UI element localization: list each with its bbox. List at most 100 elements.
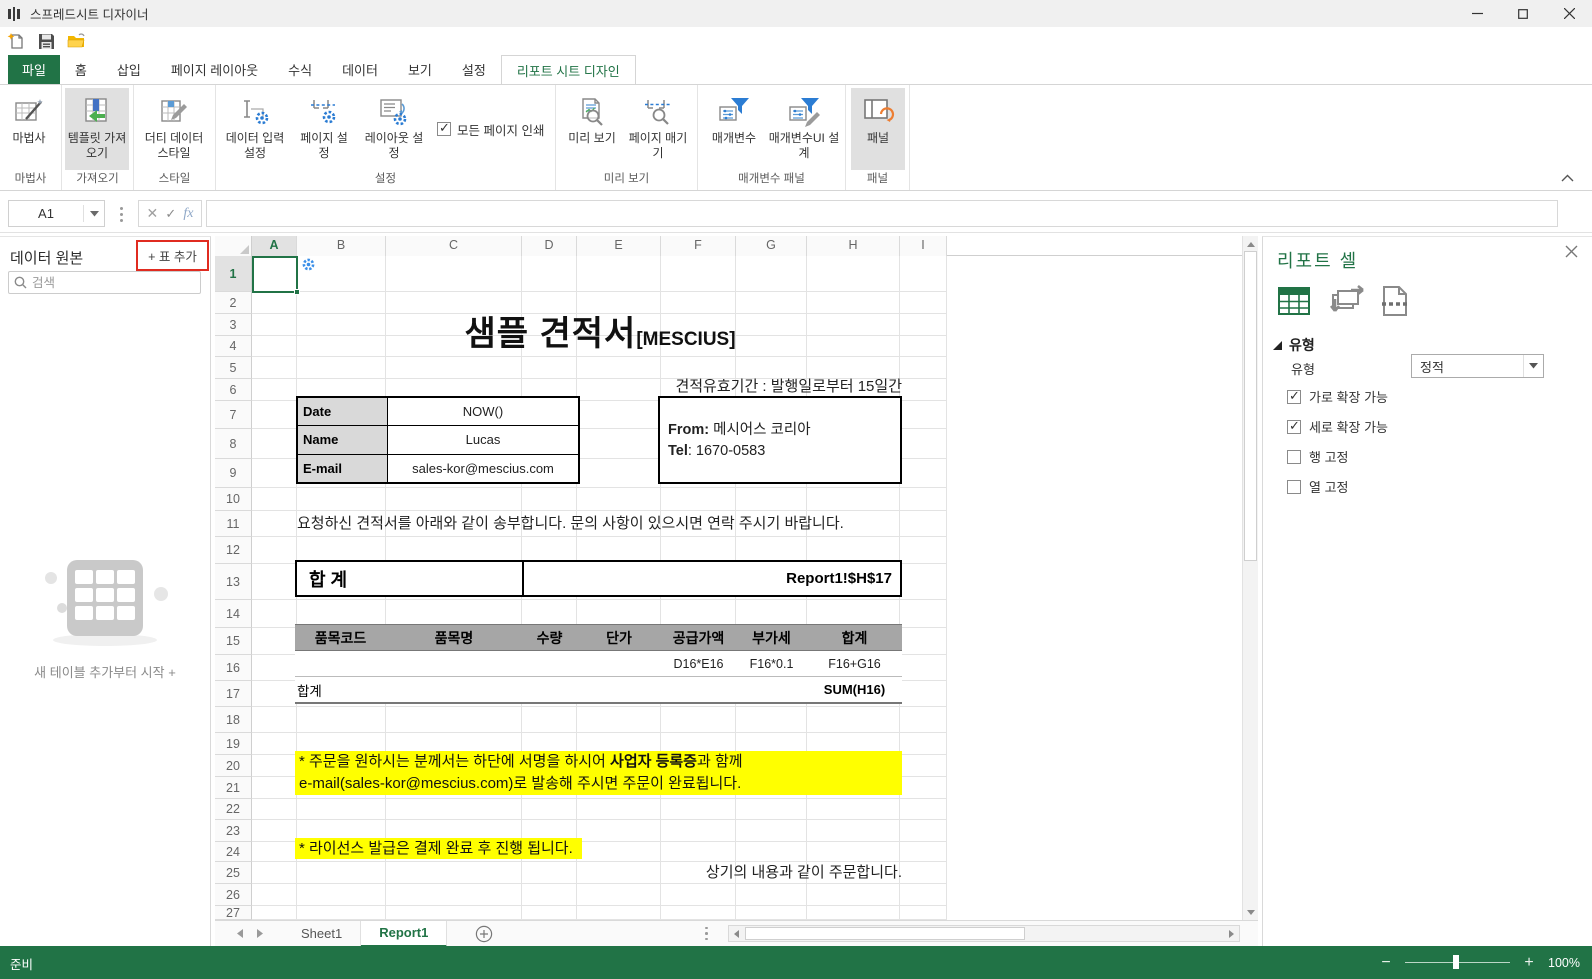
tab-insert[interactable]: 삽입 (102, 55, 156, 84)
add-sheet-icon[interactable] (475, 925, 493, 943)
data-input-settings-button[interactable]: 데이터 입력 설정 (221, 88, 289, 170)
sheet-body[interactable]: 샘플 견적서[MESCIUS] 견적유효기간 : 발행일로부터 15일간 Dat… (215, 256, 1242, 920)
preview-button[interactable]: 미리 보기 (562, 88, 622, 170)
checkbox-box[interactable] (1287, 449, 1301, 464)
enter-icon[interactable]: ✓ (165, 206, 176, 222)
select-all-corner[interactable] (215, 236, 252, 256)
quote-validity-text: 견적유효기간 : 발행일로부터 15일간 (675, 378, 902, 395)
data-source-title: 데이터 원본 (10, 250, 84, 267)
checkbox-box[interactable] (1287, 418, 1301, 434)
zoom-slider-thumb[interactable] (1453, 955, 1460, 969)
dirty-data-style-button[interactable]: 더티 데이터 스타일 (138, 88, 210, 170)
scroll-right-icon[interactable] (1224, 926, 1239, 941)
maximize-button[interactable] (1500, 0, 1546, 27)
cancel-icon[interactable]: ✕ (147, 205, 159, 222)
vertical-scroll-thumb[interactable] (1244, 251, 1257, 561)
parameters-button[interactable]: 매개변수 (704, 88, 764, 170)
panel-close-icon[interactable] (1565, 245, 1578, 258)
checkbox-box[interactable] (437, 120, 451, 136)
tab-file[interactable]: 파일 (8, 55, 60, 84)
tab-page-layout[interactable]: 페이지 레이아웃 (156, 55, 273, 84)
vertical-scrollbar[interactable] (1242, 236, 1258, 920)
tab-report-sheet-design[interactable]: 리포트 시트 디자인 (500, 55, 636, 84)
tab-data[interactable]: 데이터 (327, 55, 393, 84)
type-section-header[interactable]: 유형 (1273, 335, 1315, 355)
column-header-E[interactable]: E (577, 236, 661, 256)
close-button[interactable] (1546, 0, 1592, 27)
option-vertical-expand[interactable]: 세로 확장 가능 (1287, 417, 1388, 436)
type-dropdown[interactable]: 정적 (1411, 354, 1544, 378)
table-row: Name Lucas (298, 426, 578, 455)
panel-button[interactable]: 패널 (851, 88, 905, 170)
active-cell-selection[interactable] (252, 256, 300, 295)
checkbox-box[interactable] (1287, 479, 1301, 494)
add-table-button[interactable]: + 표 추가 (136, 240, 209, 271)
scroll-left-icon[interactable] (729, 926, 744, 941)
print-all-pages-checkbox[interactable]: 모든 페이지 인쇄 (437, 120, 544, 139)
new-document-icon[interactable] (4, 29, 28, 53)
minimize-button[interactable] (1454, 0, 1500, 27)
save-icon[interactable] (34, 29, 58, 53)
supply-formula: D16*E16 (673, 656, 724, 671)
report-cell-title: 리포트 셀 (1277, 251, 1359, 271)
column-header-F[interactable]: F (661, 236, 736, 256)
formula-bar-grip[interactable] (116, 203, 126, 225)
group-label-preview: 미리 보기 (603, 173, 650, 185)
column-header-H[interactable]: H (807, 236, 900, 256)
tab-formulas[interactable]: 수식 (273, 55, 327, 84)
column-header-A[interactable]: A (252, 236, 297, 256)
ribbon-collapse-chevron[interactable] (1558, 171, 1576, 185)
tab-strip-grip[interactable] (705, 926, 708, 941)
paginate-button[interactable]: 페이지 매기기 (624, 88, 692, 170)
option-fix-row[interactable]: 행 고정 (1287, 447, 1349, 466)
app-icon (8, 6, 24, 21)
column-header-D[interactable]: D (522, 236, 577, 256)
items-total-row: 합계 SUM(H16) (295, 677, 902, 702)
cell-settings-gear-icon[interactable] (301, 257, 316, 272)
search-box[interactable] (8, 271, 201, 294)
page-setup-button[interactable]: 페이지 설정 (293, 88, 355, 170)
zoom-in-icon[interactable]: + (1522, 954, 1536, 972)
column-header-C[interactable]: C (386, 236, 522, 256)
tab-view[interactable]: 보기 (393, 55, 447, 84)
tab-home[interactable]: 홈 (60, 55, 102, 84)
insert-function-icon[interactable]: fx (183, 206, 193, 222)
column-header-I[interactable]: I (900, 236, 947, 256)
empty-state-cta[interactable]: 새 테이블 추가부터 시작 + (0, 662, 210, 681)
sheet-tab-report1[interactable]: Report1 (361, 920, 448, 947)
page-break-icon[interactable] (1381, 285, 1409, 317)
group-label-import: 가져오기 (76, 173, 119, 185)
report-table-icon[interactable] (1277, 286, 1311, 316)
name-box[interactable]: A1 (8, 200, 105, 227)
option-horizontal-expand[interactable]: 가로 확장 가능 (1287, 387, 1388, 406)
scroll-down-icon[interactable] (1243, 904, 1259, 920)
expand-direction-icon[interactable] (1327, 285, 1365, 317)
checkbox-box[interactable] (1287, 388, 1301, 404)
zoom-out-icon[interactable]: − (1379, 954, 1393, 972)
column-header-B[interactable]: B (297, 236, 386, 256)
scroll-up-icon[interactable] (1243, 236, 1259, 252)
open-folder-icon[interactable] (64, 29, 88, 53)
import-template-button[interactable]: 템플릿 가져오기 (65, 88, 129, 170)
name-box-dropdown-icon[interactable] (84, 210, 104, 217)
column-header-G[interactable]: G (736, 236, 807, 256)
group-label-wizard: 마법사 (14, 173, 47, 185)
horizontal-scrollbar[interactable] (728, 925, 1240, 942)
option-fix-column[interactable]: 열 고정 (1287, 477, 1349, 496)
dropdown-arrow-icon[interactable] (1523, 355, 1543, 377)
preview-icon (576, 93, 608, 131)
sheet-nav-prev-icon[interactable] (237, 929, 243, 938)
horizontal-scroll-thumb[interactable] (745, 927, 1025, 940)
sheet-nav-next-icon[interactable] (257, 929, 263, 938)
tab-settings[interactable]: 설정 (447, 55, 501, 84)
type-row: 유형 정적 (1291, 354, 1581, 378)
gridline (252, 599, 947, 600)
layout-settings-button[interactable]: 레이아웃 설정 (359, 88, 429, 170)
zoom-slider[interactable] (1405, 955, 1511, 969)
formula-input[interactable] (206, 200, 1558, 227)
parameter-ui-design-button[interactable]: 매개변수UI 설계 (766, 88, 842, 170)
fill-handle[interactable] (294, 289, 300, 295)
search-input[interactable] (32, 275, 195, 290)
wizard-button[interactable]: 마법사 (0, 88, 58, 170)
sheet-tab-sheet1[interactable]: Sheet1 (283, 920, 362, 947)
